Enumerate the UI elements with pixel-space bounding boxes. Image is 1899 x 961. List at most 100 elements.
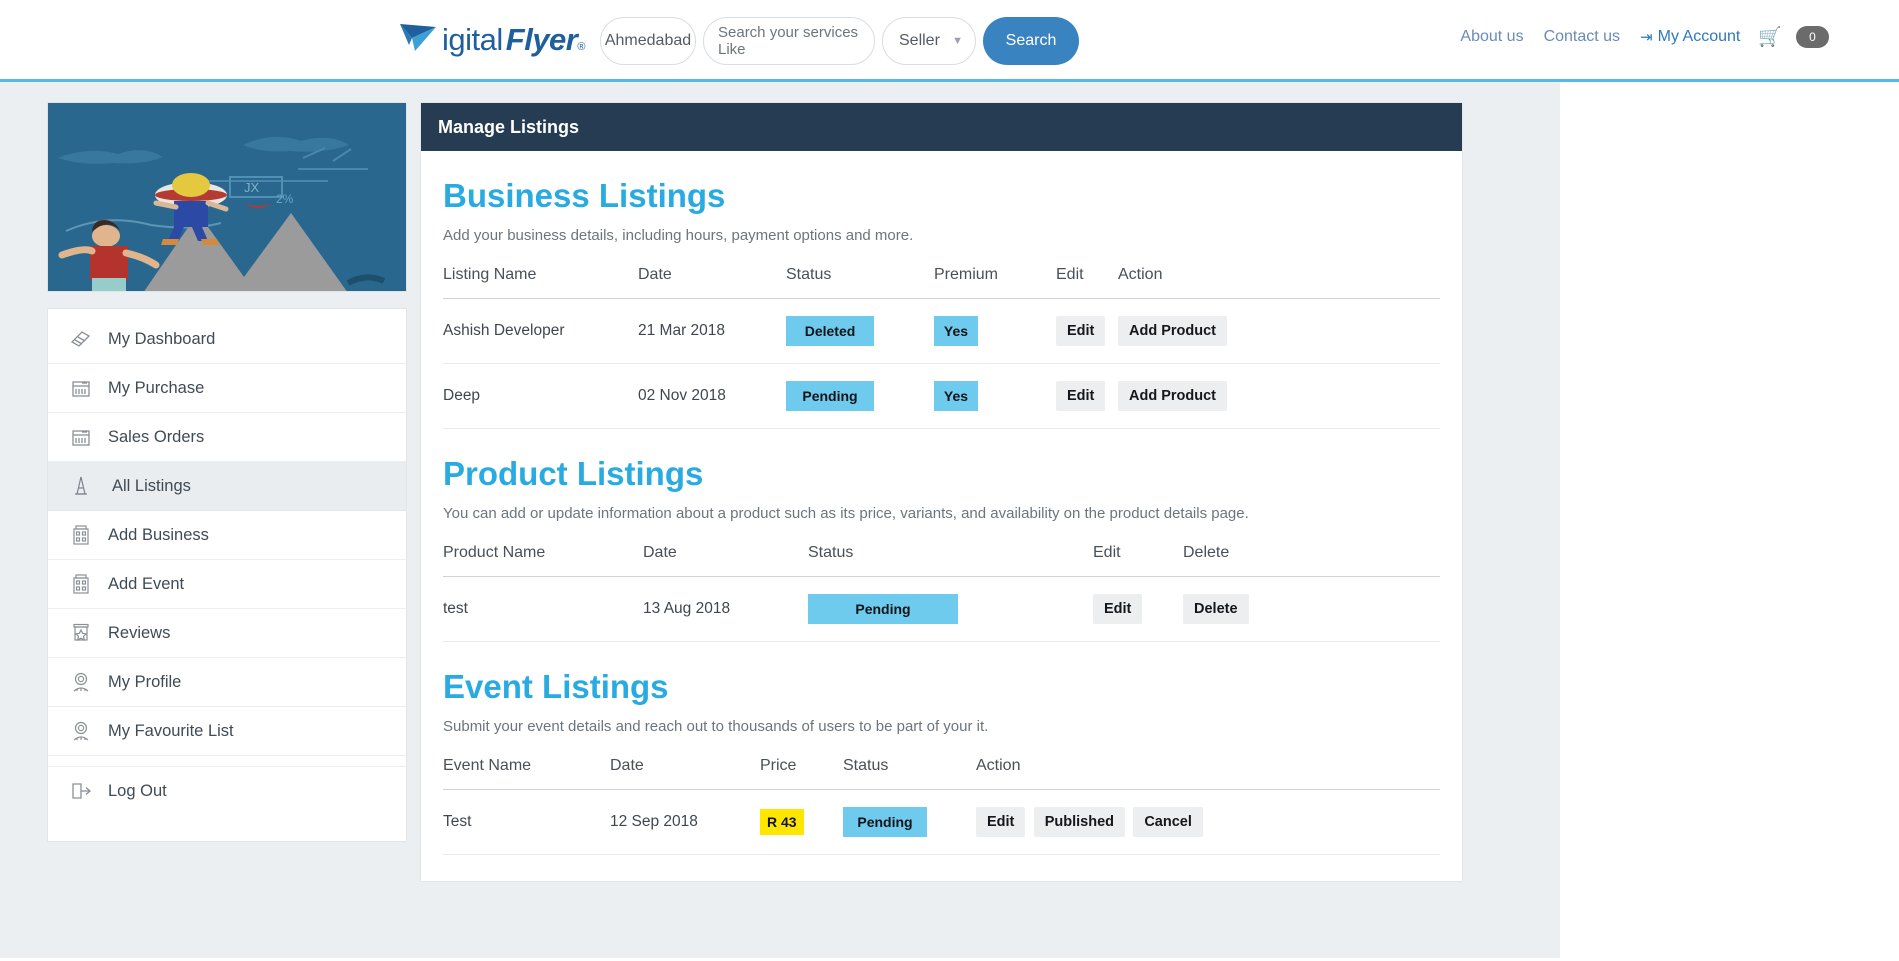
- column-header: Status: [843, 757, 976, 790]
- business-listings-section: Business Listings Add your business deta…: [421, 177, 1462, 429]
- cart-icon[interactable]: 🛒: [1758, 25, 1782, 49]
- event-listings-title: Event Listings: [443, 668, 669, 705]
- business-action-cell: Add Product: [1118, 363, 1440, 429]
- sidebar-item-label: Add Business: [108, 525, 209, 544]
- site-logo[interactable]: igital Flyer ®: [398, 10, 585, 70]
- nav-contact-us[interactable]: Contact us: [1544, 28, 1620, 46]
- delete-button[interactable]: Delete: [1183, 594, 1249, 624]
- edit-button[interactable]: Edit: [1056, 316, 1106, 346]
- publish-button[interactable]: Published: [1033, 807, 1125, 837]
- promo-banner: JX 2%: [47, 102, 407, 292]
- event-listings-description: Submit your event details and reach out …: [443, 718, 989, 735]
- column-header: Status: [786, 266, 934, 299]
- sidebar-item-label: My Dashboard: [108, 329, 216, 348]
- page-body: JX 2% My Dashboard My Purchase Sales Ord…: [0, 82, 1899, 958]
- table-header-row: Product Name Date Status Edit Delete: [443, 544, 1440, 577]
- status-badge: Pending: [786, 381, 874, 411]
- column-header: Price: [760, 757, 843, 790]
- sidebar-item-log-out[interactable]: Log Out: [48, 766, 406, 815]
- column-header: Product Name: [443, 544, 643, 577]
- product-listings-section: Product Listings You can add or update i…: [421, 455, 1462, 642]
- purchase-icon: [66, 378, 96, 398]
- premium-badge: Yes: [934, 316, 978, 346]
- sidebar-item-label: Sales Orders: [108, 427, 205, 446]
- table-row: Deep 02 Nov 2018 Pending Yes Edit Add Pr…: [443, 363, 1440, 429]
- column-header: Edit: [1093, 544, 1183, 577]
- business-listings-title: Business Listings: [443, 177, 726, 214]
- add-product-button[interactable]: Add Product: [1118, 316, 1227, 346]
- business-listings-description: Add your business details, including hou…: [443, 227, 914, 244]
- price-tag: R 43: [760, 809, 804, 835]
- cart-count-badge: 0: [1796, 26, 1829, 48]
- column-header: Date: [638, 266, 786, 299]
- table-row: test 13 Aug 2018 Pending Edit Delete: [443, 576, 1440, 642]
- cancel-button[interactable]: Cancel: [1133, 807, 1203, 837]
- sidebar-item-label: Reviews: [108, 623, 171, 642]
- column-header: Delete: [1183, 544, 1440, 577]
- logo-wordmark: igital Flyer ®: [442, 22, 585, 58]
- product-status-cell: Pending: [808, 576, 1093, 642]
- event-listings-section: Event Listings Submit your event details…: [421, 668, 1462, 855]
- listings-icon: [66, 475, 96, 497]
- product-delete-cell: Delete: [1183, 576, 1440, 642]
- sidebar-item-add-event[interactable]: Add Event: [48, 560, 406, 609]
- logo-trademark: ®: [577, 41, 585, 53]
- edit-button[interactable]: Edit: [1093, 594, 1143, 624]
- business-edit-cell: Edit: [1056, 298, 1118, 364]
- edit-button[interactable]: Edit: [1056, 381, 1106, 411]
- svg-text:JX: JX: [244, 180, 260, 195]
- table-row: Test 12 Sep 2018 R 43 Pending Edit Publi…: [443, 789, 1440, 855]
- business-edit-cell: Edit: [1056, 363, 1118, 429]
- logo-text-digital: igital: [442, 22, 503, 57]
- product-listings-table: Product Name Date Status Edit Delete tes…: [443, 544, 1440, 642]
- product-edit-cell: Edit: [1093, 576, 1183, 642]
- table-row: Ashish Developer 21 Mar 2018 Deleted Yes…: [443, 298, 1440, 364]
- sidebar-item-all-listings[interactable]: All Listings: [48, 462, 406, 511]
- business-premium-cell: Yes: [934, 363, 1056, 429]
- menu-divider: [48, 756, 406, 766]
- search-type-value: Seller: [899, 32, 940, 49]
- event-date: 12 Sep 2018: [610, 789, 760, 855]
- sidebar-item-my-profile[interactable]: My Profile: [48, 658, 406, 707]
- nav-my-account[interactable]: ⇥ My Account: [1640, 28, 1740, 46]
- sidebar-item-label: Add Event: [108, 574, 185, 593]
- column-header: Listing Name: [443, 266, 638, 299]
- edit-button[interactable]: Edit: [976, 807, 1026, 837]
- sidebar-item-my-purchase[interactable]: My Purchase: [48, 364, 406, 413]
- column-header: Action: [976, 757, 1440, 790]
- product-name: test: [443, 576, 643, 642]
- nav-about-us[interactable]: About us: [1460, 28, 1523, 46]
- login-arrow-icon: ⇥: [1640, 29, 1653, 46]
- event-listings-table: Event Name Date Price Status Action Test…: [443, 757, 1440, 855]
- sidebar-item-label: Log Out: [108, 781, 167, 800]
- add-product-button[interactable]: Add Product: [1118, 381, 1227, 411]
- sales-orders-icon: [66, 427, 96, 447]
- sidebar-item-my-favourite-list[interactable]: My Favourite List: [48, 707, 406, 756]
- search-query-input[interactable]: Search your services Like: [703, 17, 875, 65]
- search-type-select[interactable]: Seller ▼: [882, 17, 976, 65]
- product-listings-description: You can add or update information about …: [443, 505, 1249, 522]
- business-status-cell: Deleted: [786, 298, 934, 364]
- table-header-row: Event Name Date Price Status Action: [443, 757, 1440, 790]
- sidebar-item-add-business[interactable]: Add Business: [48, 511, 406, 560]
- premium-badge: Yes: [934, 381, 978, 411]
- manage-listings-panel: Manage Listings Business Listings Add yo…: [420, 102, 1463, 882]
- column-header: Action: [1118, 266, 1440, 299]
- svg-text:2%: 2%: [276, 192, 294, 206]
- sidebar-item-reviews[interactable]: Reviews: [48, 609, 406, 658]
- status-badge: Deleted: [786, 316, 874, 346]
- search-button[interactable]: Search: [983, 17, 1079, 65]
- business-listings-table: Listing Name Date Status Premium Edit Ac…: [443, 266, 1440, 429]
- business-action-cell: Add Product: [1118, 298, 1440, 364]
- review-star-icon: [66, 622, 96, 644]
- column-header: Date: [643, 544, 808, 577]
- sidebar-item-label: My Favourite List: [108, 721, 234, 740]
- sidebar-item-my-dashboard[interactable]: My Dashboard: [48, 315, 406, 364]
- search-city-input[interactable]: Ahmedabad: [600, 17, 696, 65]
- dashboard-icon: [66, 329, 96, 349]
- sidebar: JX 2% My Dashboard My Purchase Sales Ord…: [47, 102, 407, 842]
- sidebar-item-sales-orders[interactable]: Sales Orders: [48, 413, 406, 462]
- column-header: Status: [808, 544, 1093, 577]
- sidebar-menu: My Dashboard My Purchase Sales Orders Al…: [47, 308, 407, 842]
- business-date: 21 Mar 2018: [638, 298, 786, 364]
